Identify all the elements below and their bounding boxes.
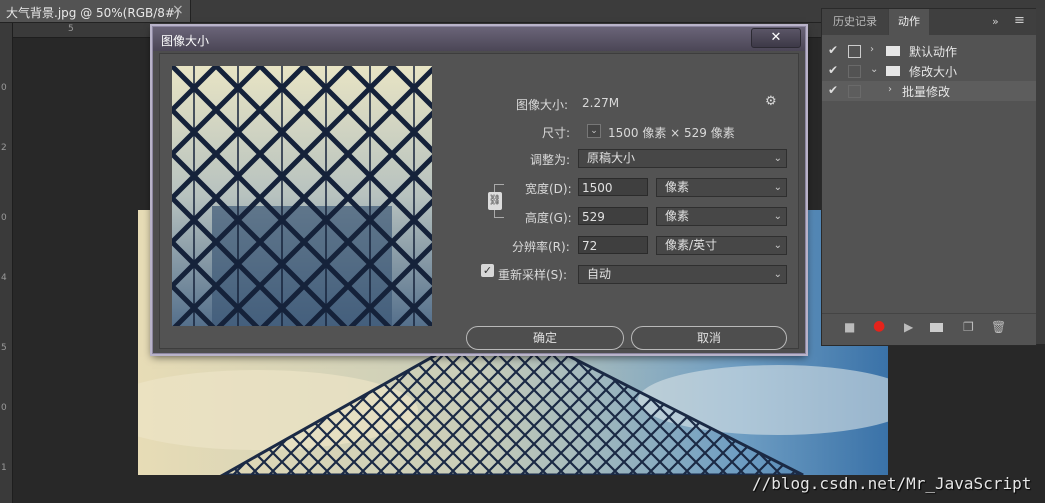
new-action-icon[interactable]: ❐ — [963, 320, 974, 334]
panel-scrollbar[interactable] — [1036, 8, 1045, 344]
height-unit-value: 像素 — [665, 209, 690, 223]
tab-actions[interactable]: 动作 — [889, 9, 929, 35]
play-icon[interactable]: ▶ — [904, 320, 913, 334]
chevron-down-icon: ⌄ — [773, 211, 782, 222]
resample-checkbox[interactable]: ✓ — [481, 264, 494, 277]
chevron-right-icon[interactable]: › — [888, 84, 892, 95]
width-label: 宽度(D): — [525, 182, 572, 196]
resolution-label: 分辨率(R): — [512, 240, 570, 254]
action-row-resize-set[interactable]: ✔ ⌄ 修改大小 — [822, 61, 1036, 81]
panel-menu-icon[interactable]: ≡ — [1014, 13, 1025, 28]
ruler-number: 0 — [1, 83, 7, 93]
ruler-number: 0 — [1, 213, 7, 223]
resolution-unit-value: 像素/英寸 — [665, 238, 718, 252]
height-input[interactable]: 529 — [578, 207, 648, 225]
dialog-toggle-icon[interactable] — [848, 45, 861, 58]
panel-collapse-icon[interactable]: » — [992, 15, 999, 28]
check-icon[interactable]: ✔ — [828, 83, 838, 97]
action-row-default-actions[interactable]: ✔ › 默认动作 — [822, 41, 1036, 61]
chevron-down-icon: ⌄ — [773, 269, 782, 280]
width-unit-select[interactable]: 像素 ⌄ — [656, 178, 787, 197]
image-size-dialog: 图像大小 ✕ 图像大小: 2.27M ⚙ 尺寸: ⌄ 1500 像素 × 529… — [152, 26, 806, 354]
watermark-text: //blog.csdn.net/Mr_JavaScript — [752, 474, 1032, 493]
ok-button[interactable]: 确定 — [466, 326, 624, 350]
height-unit-select[interactable]: 像素 ⌄ — [656, 207, 787, 226]
ruler-number: 0 — [1, 403, 7, 413]
check-icon[interactable]: ✔ — [828, 43, 838, 57]
dialog-toggle-icon[interactable] — [848, 85, 861, 98]
actions-panel: 历史记录 动作 » ≡ ✔ › 默认动作 ✔ ⌄ 修改大小 ✔ › 批量修改 ■… — [821, 8, 1037, 346]
dialog-close-button[interactable]: ✕ — [751, 28, 801, 48]
dialog-title: 图像大小 — [161, 34, 210, 48]
dialog-toggle-icon[interactable] — [848, 65, 861, 78]
dialog-body: 图像大小: 2.27M ⚙ 尺寸: ⌄ 1500 像素 × 529 像素 调整为… — [159, 53, 799, 350]
dialog-title-bar[interactable]: 图像大小 — [153, 27, 805, 51]
chevron-down-icon: ⌄ — [773, 153, 782, 164]
chevron-down-icon[interactable]: ⌄ — [870, 64, 878, 75]
resolution-unit-select[interactable]: 像素/英寸 ⌄ — [656, 236, 787, 255]
record-icon[interactable]: ● — [873, 318, 885, 334]
resolution-input[interactable]: 72 — [578, 236, 648, 254]
ruler-number: 1 — [1, 463, 7, 473]
dimensions-value: 1500 像素 × 529 像素 — [608, 126, 735, 140]
actions-panel-toolbar: ■ ● ▶ ❐ 🗑 — [822, 313, 1036, 340]
check-icon[interactable]: ✔ — [828, 63, 838, 77]
resample-method-select[interactable]: 自动 ⌄ — [578, 265, 787, 284]
fit-to-select[interactable]: 原稿大小 ⌄ — [578, 149, 787, 168]
folder-open-icon — [886, 66, 900, 76]
dimensions-label: 尺寸: — [542, 126, 571, 140]
link-bracket-bottom — [494, 217, 504, 218]
panel-tab-bar: 历史记录 动作 » ≡ — [822, 9, 1036, 35]
width-input[interactable]: 1500 — [578, 178, 648, 196]
dimensions-unit-dropdown[interactable]: ⌄ — [587, 124, 601, 138]
action-label: 批量修改 — [902, 85, 951, 99]
constrain-proportions-link-icon[interactable]: ⛓ — [488, 192, 502, 210]
link-bracket-top — [494, 184, 504, 185]
document-tab-close-icon[interactable]: × — [172, 2, 184, 18]
chevron-right-icon[interactable]: › — [870, 44, 874, 55]
tab-history[interactable]: 历史记录 — [822, 9, 888, 35]
gear-icon[interactable]: ⚙ — [765, 94, 777, 109]
action-label: 默认动作 — [909, 45, 958, 59]
fit-to-value: 原稿大小 — [587, 151, 636, 165]
height-label: 高度(G): — [525, 211, 572, 225]
chevron-down-icon: ⌄ — [773, 240, 782, 251]
ruler-number: 4 — [1, 273, 7, 283]
document-tab[interactable]: 大气背景.jpg @ 50%(RGB/8#) × — [0, 0, 191, 22]
action-label: 修改大小 — [909, 65, 958, 79]
chevron-down-icon: ⌄ — [773, 182, 782, 193]
ruler-number: 5 — [68, 24, 74, 34]
width-unit-value: 像素 — [665, 180, 690, 194]
trash-icon[interactable]: 🗑 — [991, 320, 1006, 334]
ruler-number: 5 — [1, 343, 7, 353]
ruler-number: 2 — [1, 143, 7, 153]
document-tab-title: 大气背景.jpg @ 50%(RGB/8#) — [6, 6, 180, 20]
folder-icon — [886, 46, 900, 56]
new-set-folder-icon[interactable] — [930, 323, 943, 332]
resample-method-value: 自动 — [587, 267, 612, 281]
image-size-value: 2.27M — [582, 96, 620, 110]
image-preview[interactable] — [172, 66, 432, 326]
fit-to-label: 调整为: — [530, 153, 571, 167]
image-size-label: 图像大小: — [516, 98, 569, 112]
stop-icon[interactable]: ■ — [844, 320, 855, 334]
ruler-left: 0 2 0 4 5 0 1 — [0, 23, 13, 503]
action-row-batch-modify[interactable]: ✔ › 批量修改 — [822, 81, 1036, 101]
cancel-button[interactable]: 取消 — [631, 326, 787, 350]
resample-label: 重新采样(S): — [498, 268, 568, 282]
